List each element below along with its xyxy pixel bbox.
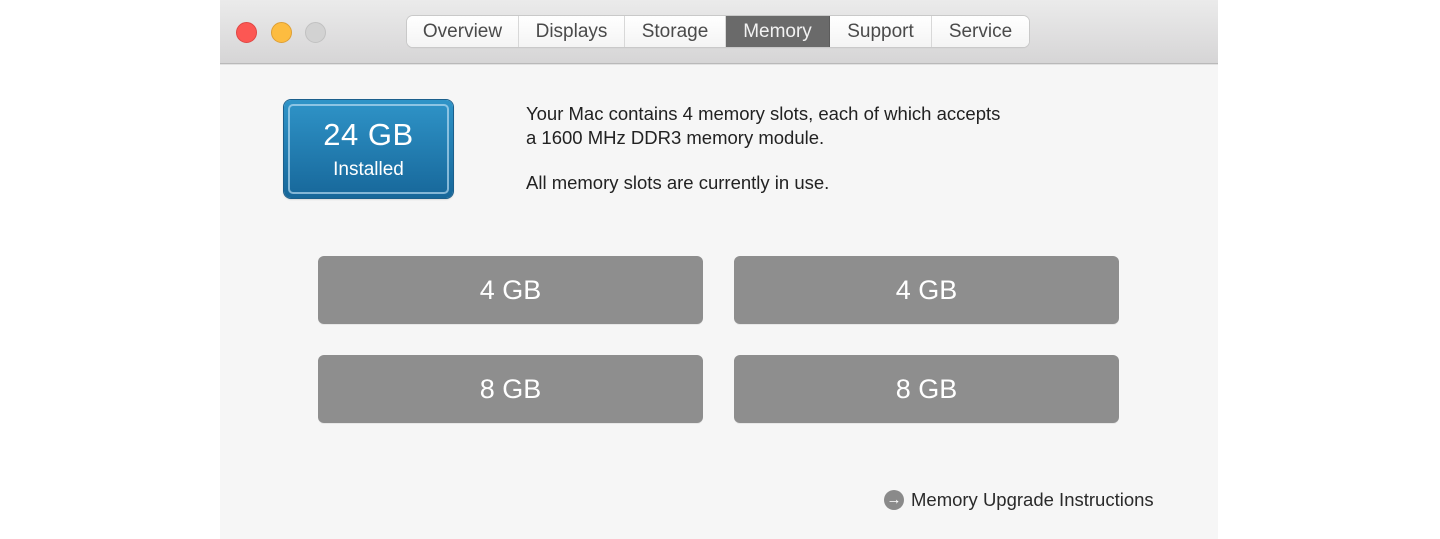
- memory-description-line1: Your Mac contains 4 memory slots, each o…: [526, 103, 1001, 124]
- memory-slot: 8 GB: [734, 355, 1119, 423]
- tab-memory[interactable]: Memory: [726, 16, 830, 47]
- close-window-button[interactable]: [236, 22, 257, 43]
- memory-slot: 4 GB: [318, 256, 703, 324]
- installed-memory-label: Installed: [333, 159, 404, 180]
- tab-bar: Overview Displays Storage Memory Support…: [407, 16, 1029, 47]
- memory-info: Your Mac contains 4 memory slots, each o…: [526, 102, 1086, 195]
- memory-slot: 4 GB: [734, 256, 1119, 324]
- memory-slots-status: All memory slots are currently in use.: [526, 172, 830, 193]
- about-this-mac-window: Overview Displays Storage Memory Support…: [220, 0, 1218, 539]
- memory-slot: 8 GB: [318, 355, 703, 423]
- memory-description-line2: a 1600 MHz DDR3 memory module.: [526, 127, 825, 148]
- tab-service[interactable]: Service: [932, 16, 1029, 47]
- arrow-circle-right-icon: →: [884, 490, 904, 510]
- tab-support[interactable]: Support: [830, 16, 932, 47]
- zoom-window-button[interactable]: [305, 22, 326, 43]
- memory-upgrade-instructions-link[interactable]: → Memory Upgrade Instructions: [884, 488, 1154, 512]
- memory-upgrade-instructions-label: Memory Upgrade Instructions: [911, 489, 1154, 510]
- tab-overview[interactable]: Overview: [407, 16, 519, 47]
- tab-displays[interactable]: Displays: [519, 16, 625, 47]
- tab-storage[interactable]: Storage: [625, 16, 726, 47]
- installed-memory-badge: 24 GB Installed: [284, 100, 453, 198]
- titlebar: Overview Displays Storage Memory Support…: [220, 0, 1218, 64]
- minimize-window-button[interactable]: [271, 22, 292, 43]
- installed-memory-amount: 24 GB: [323, 117, 414, 152]
